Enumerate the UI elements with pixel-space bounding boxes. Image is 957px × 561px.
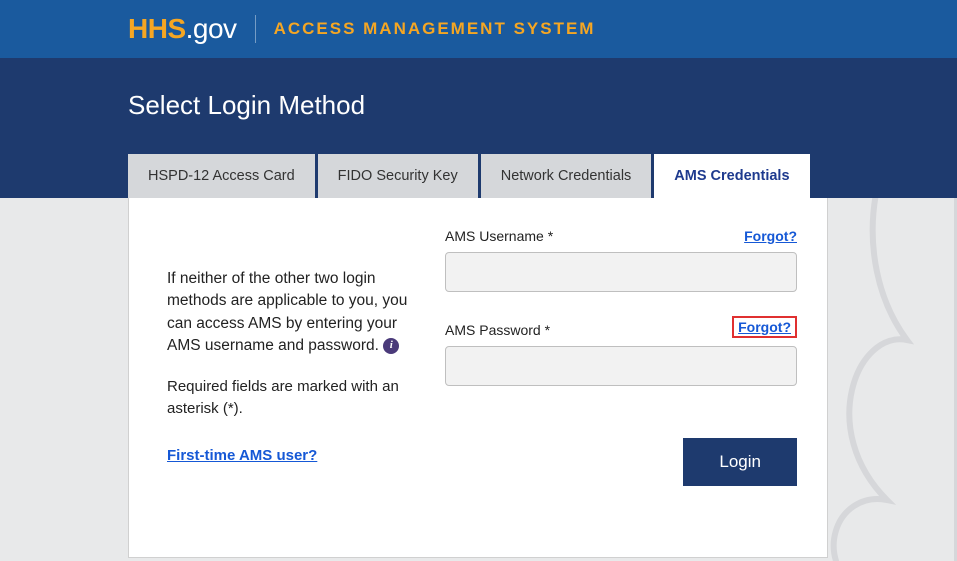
tab-ams[interactable]: AMS Credentials	[654, 154, 809, 198]
forgot-password-link[interactable]: Forgot?	[732, 316, 797, 338]
username-input[interactable]	[445, 252, 797, 292]
header-divider	[255, 15, 256, 43]
forgot-username-link[interactable]: Forgot?	[744, 228, 797, 244]
tab-hspd12[interactable]: HSPD-12 Access Card	[128, 154, 315, 198]
tab-network[interactable]: Network Credentials	[481, 154, 652, 198]
instructions-column: If neither of the other two login method…	[167, 228, 435, 527]
login-button[interactable]: Login	[683, 438, 797, 486]
password-label: AMS Password *	[445, 322, 550, 338]
top-bar: HHS.gov ACCESS MANAGEMENT SYSTEM	[0, 0, 957, 58]
intro-text: If neither of the other two login method…	[167, 268, 415, 358]
login-card: If neither of the other two login method…	[128, 198, 828, 558]
app-title: ACCESS MANAGEMENT SYSTEM	[274, 19, 596, 39]
hero-bar: Select Login Method HSPD-12 Access Card …	[0, 58, 957, 198]
intro-text-content: If neither of the other two login method…	[167, 270, 407, 354]
info-icon[interactable]: i	[383, 338, 399, 354]
login-tabs: HSPD-12 Access Card FIDO Security Key Ne…	[128, 154, 810, 198]
password-input[interactable]	[445, 346, 797, 386]
site-logo: HHS.gov	[128, 13, 237, 45]
tab-fido[interactable]: FIDO Security Key	[318, 154, 478, 198]
first-time-link[interactable]: First-time AMS user?	[167, 447, 317, 464]
logo-brand: HHS	[128, 13, 186, 44]
form-column: AMS Username * Forgot? AMS Password * Fo…	[435, 228, 797, 527]
password-group: AMS Password * Forgot?	[445, 316, 797, 386]
logo-suffix: .gov	[186, 13, 237, 44]
username-label: AMS Username *	[445, 228, 553, 244]
required-note: Required fields are marked with an aster…	[167, 376, 415, 420]
username-group: AMS Username * Forgot?	[445, 228, 797, 292]
page-title: Select Login Method	[128, 90, 957, 121]
